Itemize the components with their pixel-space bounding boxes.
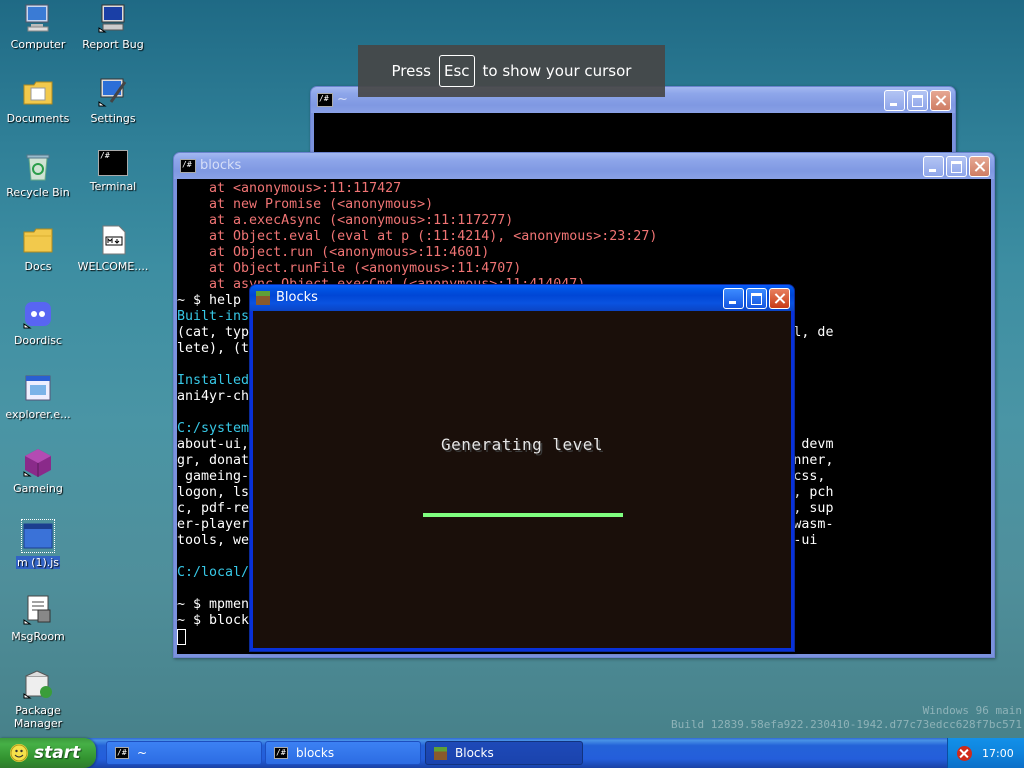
desktop-icon-settings[interactable]: Settings: [75, 76, 151, 125]
taskbar-item-home-terminal[interactable]: ~: [106, 741, 262, 765]
terminal-icon: [115, 747, 129, 759]
desktop-icon-documents[interactable]: Documents: [0, 76, 76, 125]
cube-icon: [22, 446, 54, 478]
desktop-icon-label: Computer: [10, 38, 66, 51]
desktop-icon-welcome[interactable]: WELCOME....: [75, 224, 151, 273]
loading-progress-fill: [423, 513, 623, 517]
taskbar: start ~ blocks Blocks 17:00: [0, 738, 1024, 768]
desktop-icon-recycle-bin[interactable]: Recycle Bin: [0, 150, 76, 199]
desktop-icon-explorer[interactable]: explorer.e...: [0, 372, 76, 421]
start-label: start: [34, 743, 81, 763]
taskbar-item-label: ~: [137, 746, 148, 760]
window-controls: [884, 90, 951, 111]
close-button[interactable]: [769, 288, 790, 309]
desktop-icon-label: WELCOME....: [77, 260, 149, 273]
recycle-bin-icon: [22, 150, 54, 182]
grass-block-icon: [434, 746, 447, 760]
window-title: ~: [337, 92, 348, 107]
desktop-icon-label: Doordisc: [13, 334, 63, 347]
documents-folder-icon: [22, 76, 54, 108]
game-canvas[interactable]: Generating level: [253, 311, 791, 648]
desktop-icon-terminal[interactable]: Terminal: [75, 150, 151, 193]
desktop-icon-label: Report Bug: [82, 38, 144, 51]
desktop-icon-label: Settings: [90, 112, 136, 125]
desktop-icon-label: Terminal: [89, 180, 137, 193]
terminal-line: at a.execAsync (<anonymous>:11:117277): [177, 213, 514, 228]
msgroom-icon: [22, 594, 54, 626]
package-manager-icon: [22, 668, 54, 700]
desktop-icon-label: m (1).js: [15, 556, 61, 569]
terminal-icon: [180, 159, 196, 173]
terminal-icon: [274, 747, 288, 759]
start-logo-icon: [10, 744, 28, 762]
toast-prefix: Press: [391, 62, 431, 80]
clock: 17:00: [982, 746, 1014, 760]
terminal-line: at new Promise (<anonymous>): [177, 197, 434, 212]
desktop-icon-m1-js[interactable]: m (1).js: [0, 519, 76, 569]
esc-key-hint: Esc: [438, 55, 475, 87]
executable-icon: [22, 372, 54, 404]
terminal-icon: [317, 93, 333, 107]
desktop-icon-doordisc[interactable]: Doordisc: [0, 298, 76, 347]
desktop-icon-label: MsgRoom: [11, 630, 65, 643]
terminal-line: at Object.eval (eval at p (:11:4214), <a…: [177, 229, 658, 244]
error-icon[interactable]: [957, 745, 972, 761]
grass-block-icon: [256, 291, 270, 305]
folder-icon: [22, 224, 54, 256]
markdown-file-icon: [97, 224, 129, 256]
desktop-icon-computer[interactable]: Computer: [0, 2, 76, 51]
taskbar-item-label: blocks: [296, 746, 335, 760]
window-title: blocks: [200, 158, 242, 173]
text-cursor: [177, 629, 186, 645]
taskbar-item-blocks-game[interactable]: Blocks: [425, 741, 583, 765]
desktop-icon-report-bug[interactable]: Report Bug: [75, 2, 151, 51]
loading-status-text: Generating level: [440, 435, 604, 454]
os-watermark: Windows 96 main Build 12839.58efa922.230…: [671, 704, 1022, 732]
window-title: Blocks: [276, 290, 318, 305]
settings-icon: [97, 76, 129, 108]
maximize-button[interactable]: [746, 288, 767, 309]
watermark-build: Build 12839.58efa922.230410-1942.d77c73e…: [671, 718, 1022, 731]
watermark-title: Windows 96 main: [922, 704, 1022, 717]
desktop-icon-label: Gameing: [13, 482, 63, 495]
desktop-icon-label: Docs: [24, 260, 52, 273]
title-bar[interactable]: blocks: [174, 153, 994, 179]
desktop-icon-gameing[interactable]: Gameing: [0, 446, 76, 495]
terminal-line: at Object.run (<anonymous>:11:4601): [177, 245, 490, 260]
taskbar-item-label: Blocks: [455, 746, 494, 760]
computer-icon: [22, 2, 54, 34]
desktop-icon-msgroom[interactable]: MsgRoom: [0, 594, 76, 643]
start-button[interactable]: start: [0, 738, 96, 768]
report-bug-icon: [97, 2, 129, 34]
terminal-icon: [98, 150, 128, 176]
window-blocks-game[interactable]: Blocks Generating level: [249, 284, 795, 652]
terminal-line: at Object.runFile (<anonymous>:11:4707): [177, 261, 522, 276]
loading-progress-bar: [423, 513, 623, 517]
desktop-icon-label: Documents: [6, 112, 70, 125]
system-tray: 17:00: [947, 738, 1024, 768]
taskbar-item-blocks-terminal[interactable]: blocks: [265, 741, 421, 765]
maximize-button[interactable]: [946, 156, 967, 177]
desktop-icon-label: Recycle Bin: [6, 186, 70, 199]
minimize-button[interactable]: [723, 288, 744, 309]
maximize-button[interactable]: [907, 90, 928, 111]
title-bar[interactable]: Blocks: [250, 285, 794, 311]
window-controls: [723, 288, 790, 309]
desktop-icon-label: Package Manager: [13, 704, 63, 730]
minimize-button[interactable]: [923, 156, 944, 177]
desktop-icon-docs[interactable]: Docs: [0, 224, 76, 273]
window-file-icon: [21, 519, 55, 553]
toast-suffix: to show your cursor: [482, 62, 632, 80]
discord-icon: [22, 298, 54, 330]
close-button[interactable]: [930, 90, 951, 111]
minimize-button[interactable]: [884, 90, 905, 111]
desktop-icon-label: explorer.e...: [5, 408, 71, 421]
pointer-lock-toast: Press Esc to show your cursor: [358, 45, 665, 97]
close-button[interactable]: [969, 156, 990, 177]
desktop-icon-package-manager[interactable]: Package Manager: [0, 668, 76, 730]
terminal-line: at <anonymous>:11:117427: [177, 181, 402, 196]
window-controls: [923, 156, 990, 177]
